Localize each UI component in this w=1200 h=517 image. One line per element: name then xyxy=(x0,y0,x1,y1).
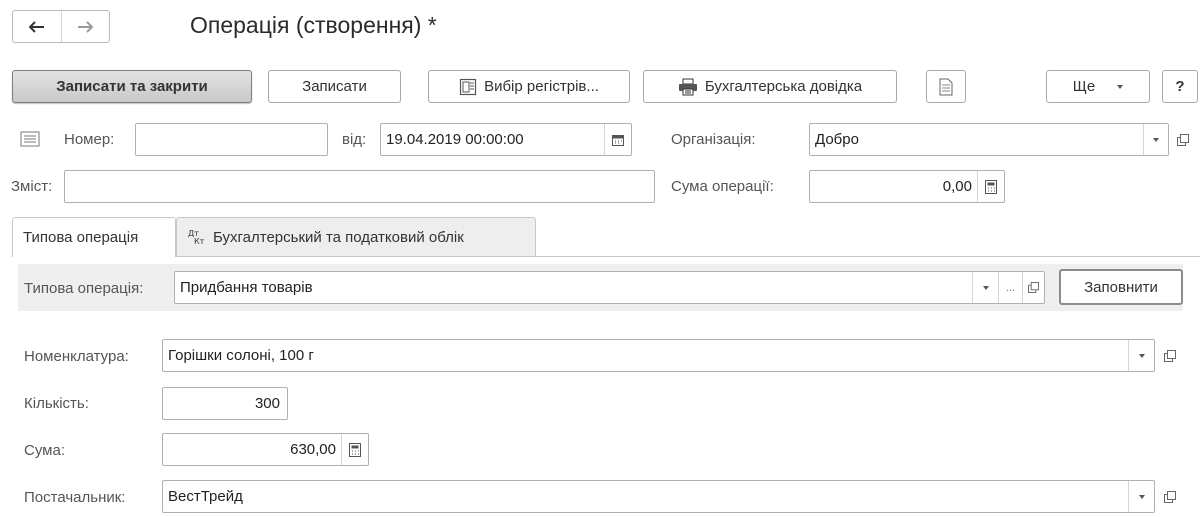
chevron-down-icon xyxy=(1153,137,1159,142)
chevron-down-icon xyxy=(982,285,989,290)
more-label: Ще xyxy=(1072,78,1096,95)
supplier-label: Постачальник: xyxy=(24,489,126,506)
open-form-icon xyxy=(1177,133,1189,146)
number-label: Номер: xyxy=(64,131,115,148)
document-button[interactable] xyxy=(926,70,966,103)
calculator-icon xyxy=(349,442,361,457)
fill-label: Заповнити xyxy=(1084,278,1158,296)
typical-operation-value: Придбання товарів xyxy=(180,279,313,296)
nomenclature-label: Номенклатура: xyxy=(24,348,129,365)
calendar-icon xyxy=(612,134,624,146)
save-close-label: Записати та закрити xyxy=(56,78,208,95)
printer-icon xyxy=(678,78,698,96)
supplier-field[interactable]: ВестТрейд xyxy=(162,480,1155,513)
svg-text:Кт: Кт xyxy=(194,237,205,246)
chevron-down-icon xyxy=(1138,353,1145,358)
supplier-value: ВестТрейд xyxy=(168,488,243,505)
calculator-button[interactable] xyxy=(977,171,1004,202)
arrow-left-icon xyxy=(28,20,44,33)
nomenclature-open-button[interactable] xyxy=(1158,339,1182,372)
operation-amount-label: Сума операції: xyxy=(671,178,774,195)
chevron-down-icon xyxy=(1138,494,1145,499)
accounting-report-button[interactable]: Бухгалтерська довідка xyxy=(643,70,897,103)
tab-accounting-label: Бухгалтерський та податковий облік xyxy=(213,228,464,246)
sum-field[interactable]: 630,00 xyxy=(162,433,369,466)
save-label: Записати xyxy=(302,78,367,95)
save-close-button[interactable]: Записати та закрити xyxy=(12,70,252,103)
nomenclature-field[interactable]: Горішки солоні, 100 г xyxy=(162,339,1155,372)
more-button[interactable]: Ще xyxy=(1046,70,1150,103)
forward-button[interactable] xyxy=(60,11,110,42)
quantity-label: Кількість: xyxy=(24,395,89,412)
document-icon xyxy=(939,78,953,95)
page-title: Операція (створення) * xyxy=(190,12,437,38)
sum-label: Сума: xyxy=(24,442,65,459)
nomenclature-value: Горішки солоні, 100 г xyxy=(168,347,314,364)
open-form-icon xyxy=(1164,490,1176,503)
help-label: ? xyxy=(1175,78,1185,95)
select-registers-button[interactable]: Вибір регістрів... xyxy=(428,70,630,103)
select-registers-label: Вибір регістрів... xyxy=(484,78,599,95)
accounting-report-label: Бухгалтерська довідка xyxy=(704,78,863,95)
arrow-right-icon xyxy=(78,20,94,33)
fill-button[interactable]: Заповнити xyxy=(1059,269,1183,305)
sum-value: 630,00 xyxy=(290,441,336,458)
content-field[interactable] xyxy=(64,170,655,203)
date-field[interactable]: 19.04.2019 00:00:00 xyxy=(380,123,632,156)
ellipsis-label: ... xyxy=(1005,281,1016,294)
save-button[interactable]: Записати xyxy=(268,70,401,103)
tab-typical-operation-label: Типова операція xyxy=(23,229,139,246)
typical-operation-dropdown[interactable] xyxy=(972,272,998,303)
date-value: 19.04.2019 00:00:00 xyxy=(386,131,524,148)
operation-amount-field[interactable]: 0,00 xyxy=(809,170,1005,203)
supplier-open-button[interactable] xyxy=(1158,480,1182,513)
calculator-icon xyxy=(985,179,997,194)
registers-icon xyxy=(459,78,477,96)
dt-kt-icon: ДтКт xyxy=(188,229,205,246)
organization-dropdown[interactable] xyxy=(1143,124,1168,155)
tab-accounting[interactable]: Дт Кт Бухгалтерський та податковий облік xyxy=(176,217,536,257)
help-button[interactable]: ? xyxy=(1162,70,1198,103)
open-form-icon xyxy=(1028,282,1039,293)
organization-field[interactable]: Добро xyxy=(809,123,1169,156)
organization-open-button[interactable] xyxy=(1171,123,1195,156)
typical-operation-label: Типова операція: xyxy=(24,280,144,297)
calendar-button[interactable] xyxy=(604,124,631,155)
chevron-down-icon xyxy=(1117,84,1124,89)
tab-typical-operation[interactable]: Типова операція xyxy=(12,217,176,257)
organization-label: Організація: xyxy=(671,131,756,148)
content-label: Зміст: xyxy=(11,178,53,195)
typical-operation-field[interactable]: Придбання товарів ... xyxy=(174,271,1045,304)
sum-calculator-button[interactable] xyxy=(341,434,368,465)
number-field[interactable] xyxy=(135,123,328,156)
document-list-icon xyxy=(20,131,40,147)
operation-amount-value: 0,00 xyxy=(942,178,972,195)
organization-value: Добро xyxy=(815,131,859,148)
typical-operation-select-button[interactable]: ... xyxy=(998,272,1022,303)
supplier-dropdown[interactable] xyxy=(1128,481,1154,512)
tab-divider xyxy=(12,256,1200,257)
date-label: від: xyxy=(342,131,367,148)
open-form-icon xyxy=(1164,349,1176,362)
history-nav xyxy=(12,10,110,43)
back-button[interactable] xyxy=(13,11,61,42)
nomenclature-dropdown[interactable] xyxy=(1128,340,1154,371)
quantity-field[interactable]: 300 xyxy=(162,387,288,420)
quantity-value: 300 xyxy=(254,395,280,412)
typical-operation-open-button[interactable] xyxy=(1022,272,1044,303)
